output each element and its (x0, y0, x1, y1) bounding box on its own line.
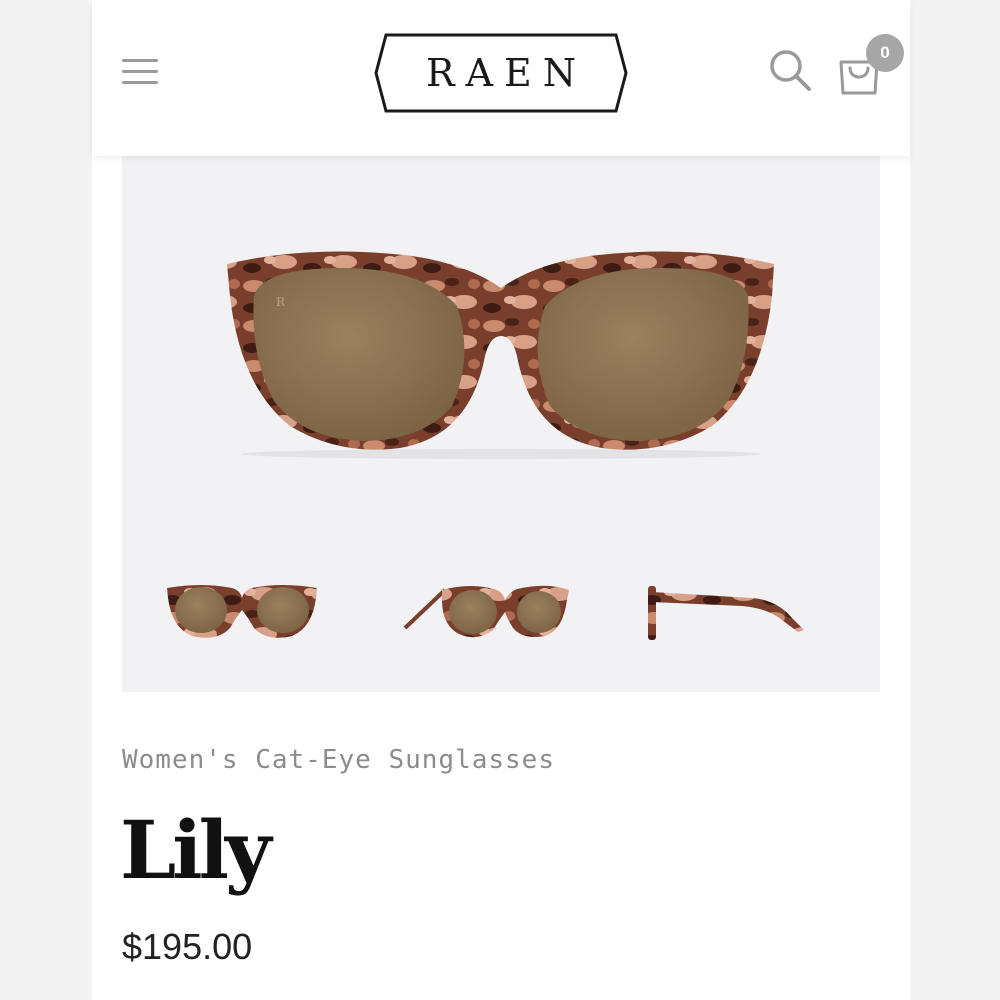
menu-line (122, 81, 158, 84)
logo-text: RAEN (425, 51, 588, 95)
thumbnail-side-view[interactable] (642, 568, 812, 658)
search-button[interactable] (768, 48, 814, 94)
main-product-image[interactable]: R (122, 156, 880, 556)
search-icon (770, 50, 811, 91)
thumbnail-front-view[interactable] (162, 568, 322, 658)
cart-count-badge[interactable]: 0 (866, 34, 904, 72)
svg-text:R: R (276, 295, 286, 309)
menu-line (122, 59, 158, 62)
product-gallery: R (122, 156, 880, 692)
menu-button[interactable] (120, 52, 162, 90)
product-price: $195.00 (122, 926, 253, 967)
site-header: RAEN 0 (92, 0, 910, 156)
product-name: Lily (120, 803, 272, 897)
thumbnail-angle-view[interactable] (397, 568, 572, 658)
raen-logo[interactable]: RAEN (372, 30, 630, 116)
product-category: Women's Cat-Eye Sunglasses (122, 745, 555, 775)
product-page: RAEN 0 R Women's Cat-Eye Sunglasses Lily… (92, 0, 910, 1000)
menu-line (122, 70, 158, 73)
